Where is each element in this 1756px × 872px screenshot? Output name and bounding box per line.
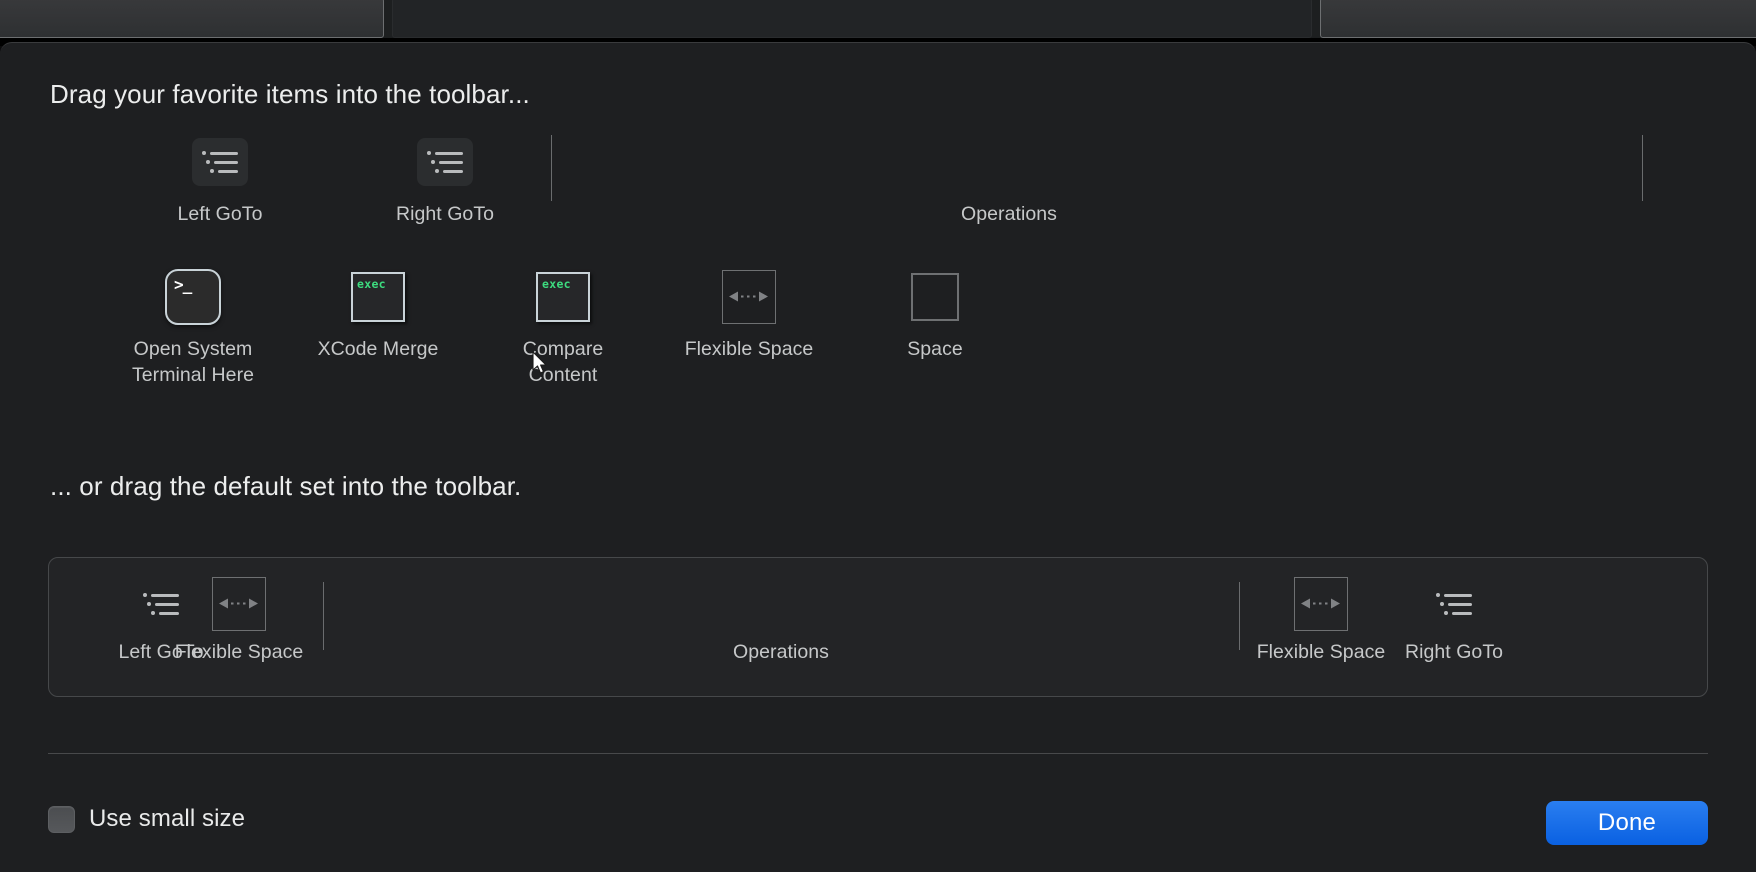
terminal-icon: >_ bbox=[165, 269, 221, 325]
use-small-size-label: Use small size bbox=[89, 805, 246, 832]
glyph-wrap bbox=[1374, 576, 1534, 632]
glyph-wrap bbox=[145, 131, 295, 193]
glyph-wrap: >_ bbox=[118, 266, 268, 328]
palette-item-compare-content[interactable]: exec Compare Content bbox=[488, 266, 638, 388]
palette-item-right-goto[interactable]: Right GoTo bbox=[370, 131, 520, 227]
palette-item-label: Right GoTo bbox=[395, 203, 495, 225]
palette-item-left-goto[interactable]: Left GoTo bbox=[145, 131, 295, 227]
background-panel-right bbox=[1320, 0, 1756, 38]
flexible-space-icon bbox=[1294, 577, 1348, 631]
palette-item-label: Compare Content bbox=[522, 338, 604, 386]
goto-list-icon bbox=[1436, 589, 1472, 619]
screen: Drag your favorite items into the toolba… bbox=[0, 0, 1756, 872]
terminal-prompt-glyph: >_ bbox=[174, 275, 192, 294]
glyph-wrap: exec bbox=[488, 266, 638, 328]
default-set-separator bbox=[1239, 582, 1240, 650]
default-item-label: Operations bbox=[733, 641, 829, 663]
default-item-label: Flexible Space bbox=[174, 641, 304, 663]
goto-list-icon bbox=[202, 147, 238, 177]
done-button[interactable]: Done bbox=[1546, 801, 1708, 845]
flexible-space-icon bbox=[722, 270, 776, 324]
palette-separator bbox=[551, 135, 552, 201]
flexible-space-icon bbox=[212, 577, 266, 631]
palette-item-xcode-merge[interactable]: exec XCode Merge bbox=[303, 266, 453, 362]
goto-list-icon bbox=[427, 147, 463, 177]
space-icon bbox=[911, 273, 959, 321]
background-panel-middle bbox=[392, 0, 1312, 38]
default-item-label: Right GoTo bbox=[1404, 641, 1504, 663]
glyph-wrap bbox=[701, 576, 861, 632]
palette-item-label: Open System Terminal Here bbox=[131, 338, 255, 386]
palette-item-open-system-terminal-here[interactable]: >_ Open System Terminal Here bbox=[118, 266, 268, 388]
exec-label-glyph: exec bbox=[357, 277, 386, 291]
palette-separator bbox=[1642, 135, 1643, 201]
default-item-flexible-space-left[interactable]: Flexible Space bbox=[159, 576, 319, 664]
glyph-wrap bbox=[934, 131, 1084, 193]
palette-row-1: Left GoTo Right GoTo Operations bbox=[50, 131, 1706, 241]
palette-item-label: Operations bbox=[961, 203, 1057, 225]
customize-toolbar-sheet: Drag your favorite items into the toolba… bbox=[0, 42, 1756, 872]
palette-item-flexible-space[interactable]: Flexible Space bbox=[674, 266, 824, 362]
palette-item-operations[interactable]: Operations bbox=[934, 131, 1084, 227]
default-set-well[interactable]: Left GoTo Flexible Space Operations Flex… bbox=[48, 557, 1708, 697]
default-set-title: ... or drag the default set into the too… bbox=[50, 471, 522, 501]
icon-tile bbox=[417, 138, 473, 186]
default-item-right-goto[interactable]: Right GoTo bbox=[1374, 576, 1534, 664]
background-panel-left bbox=[0, 0, 384, 38]
palette-row-2: >_ Open System Terminal Here exec XCode … bbox=[50, 266, 1706, 406]
exec-script-icon: exec bbox=[351, 272, 405, 322]
glyph-wrap bbox=[674, 266, 824, 328]
page-title: Drag your favorite items into the toolba… bbox=[50, 79, 530, 109]
palette-item-label: Flexible Space bbox=[684, 338, 814, 360]
exec-script-icon: exec bbox=[536, 272, 590, 322]
glyph-wrap: exec bbox=[303, 266, 453, 328]
use-small-size-checkbox[interactable] bbox=[48, 805, 75, 833]
palette-item-label: Left GoTo bbox=[177, 203, 263, 225]
palette-item-label: XCode Merge bbox=[317, 338, 439, 360]
default-item-operations[interactable]: Operations bbox=[701, 576, 861, 664]
glyph-wrap bbox=[159, 576, 319, 632]
background-window-chrome bbox=[0, 0, 1756, 46]
palette-item-space[interactable]: Space bbox=[860, 266, 1010, 362]
icon-tile bbox=[192, 138, 248, 186]
glyph-wrap bbox=[370, 131, 520, 193]
toolbar-item-palette: Left GoTo Right GoTo Operations >_ Open … bbox=[50, 131, 1706, 441]
palette-item-label: Space bbox=[907, 338, 963, 360]
glyph-wrap bbox=[860, 266, 1010, 328]
exec-label-glyph: exec bbox=[542, 277, 571, 291]
use-small-size-row[interactable]: Use small size bbox=[48, 805, 245, 833]
default-set-separator bbox=[323, 582, 324, 650]
footer-divider bbox=[48, 753, 1708, 754]
